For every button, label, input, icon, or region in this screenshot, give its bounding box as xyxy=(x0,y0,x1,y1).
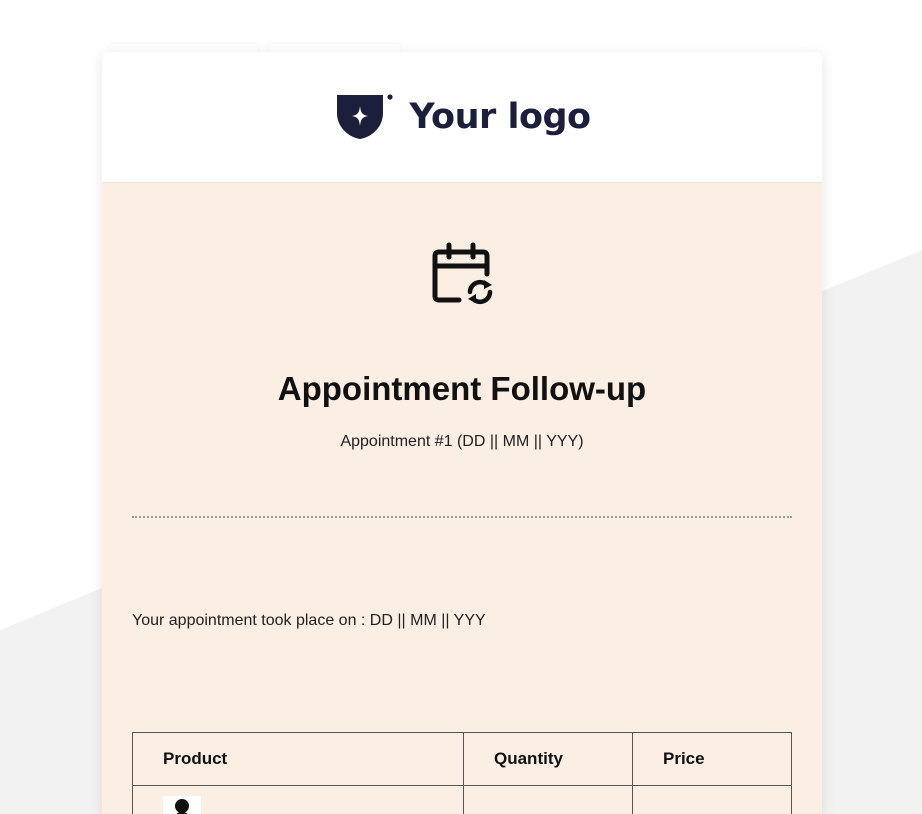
calendar-refresh-icon xyxy=(432,242,493,305)
email-header: Your logo xyxy=(102,52,822,183)
product-image-icon xyxy=(163,796,201,814)
logo-text: Your logo xyxy=(409,97,591,137)
product-cell xyxy=(132,785,464,814)
logo: Your logo xyxy=(333,93,591,141)
quantity-cell xyxy=(463,785,633,814)
shield-star-logo-icon xyxy=(337,94,394,139)
email-subtitle: Appointment #1 (DD || MM || YYY) xyxy=(340,433,584,450)
price-column-header: Price xyxy=(632,732,792,786)
appointment-date-text: Your appointment took place on : DD || M… xyxy=(132,612,486,629)
price-cell xyxy=(632,785,792,814)
table-header-row: Product Quantity Price xyxy=(132,732,792,786)
dotted-divider xyxy=(132,516,792,518)
quantity-column-header: Quantity xyxy=(463,732,633,786)
table-row xyxy=(132,785,792,814)
product-column-header: Product xyxy=(132,732,464,786)
email-preview-card: Your logo Appointment Follow-up Appointm… xyxy=(102,52,822,814)
products-table: Product Quantity Price xyxy=(132,732,792,814)
email-title: Appointment Follow-up xyxy=(277,370,647,407)
